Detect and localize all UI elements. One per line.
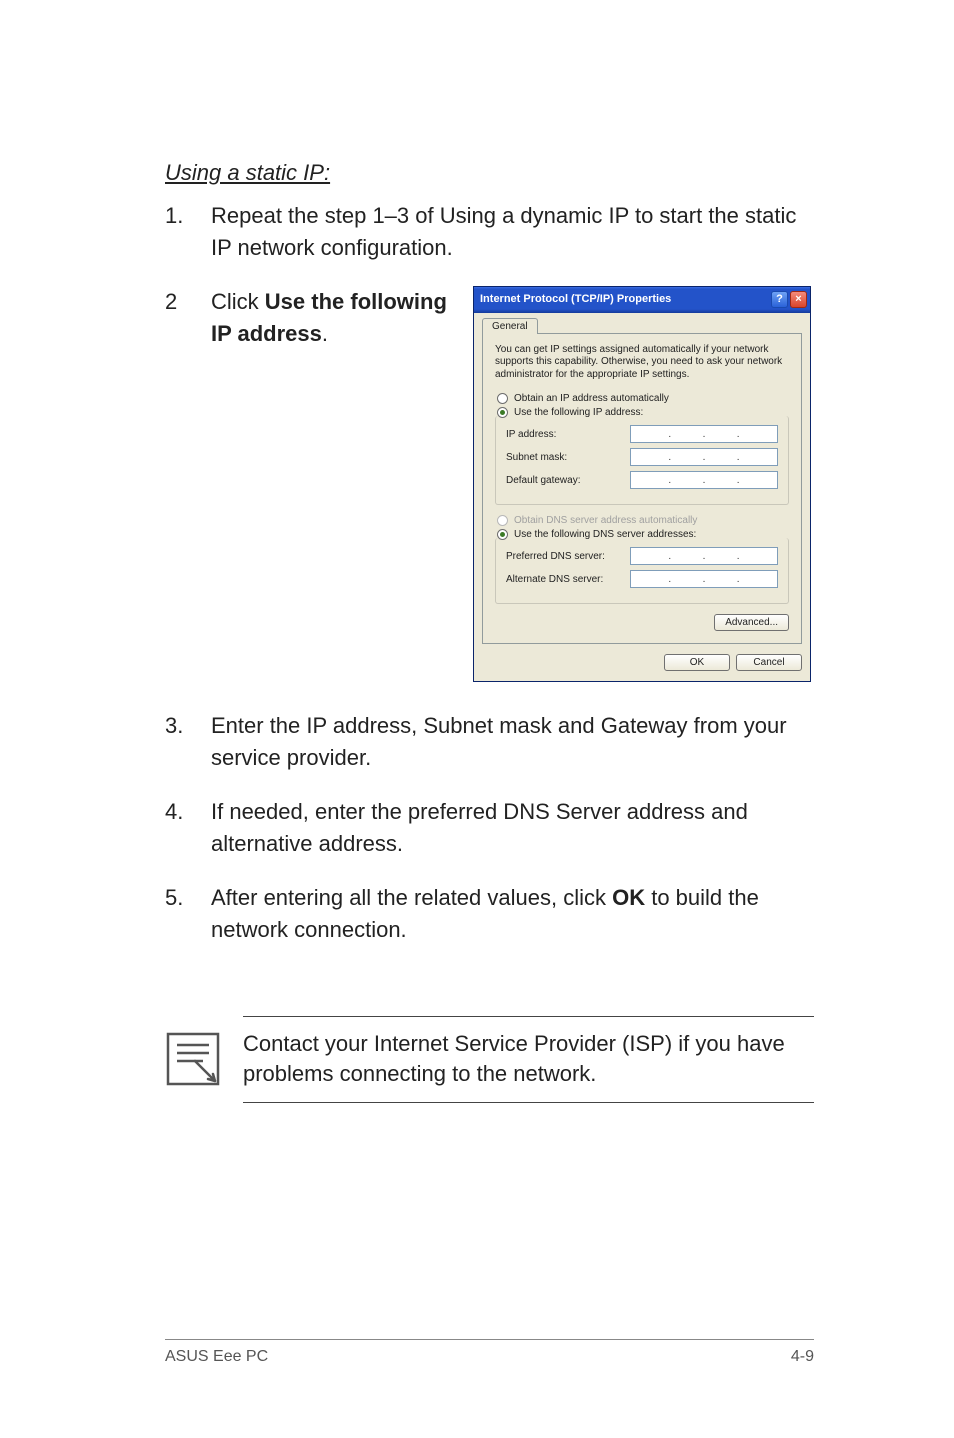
preferred-dns-input[interactable]: ... [630,547,778,565]
subnet-mask-label: Subnet mask: [506,452,567,463]
alternate-dns-input[interactable]: ... [630,570,778,588]
help-button[interactable]: ? [771,291,788,308]
step-2: 2 Click Use the following IP address. [165,286,465,350]
section-heading: Using a static IP: [165,160,814,186]
footer-right: 4-9 [791,1348,814,1366]
footer-left: ASUS Eee PC [165,1348,268,1366]
step-3: 3. Enter the IP address, Subnet mask and… [165,710,814,774]
radio-label: Obtain an IP address automatically [514,393,669,404]
tcpip-properties-dialog: Internet Protocol (TCP/IP) Properties ? … [473,286,811,683]
tab-general[interactable]: General [482,318,538,334]
step-text-pre: After entering all the related values, c… [211,885,612,910]
step-text: After entering all the related values, c… [211,882,814,946]
ip-fields-group: IP address: ... Subnet mask: ... Default… [495,416,789,505]
alternate-dns-label: Alternate DNS server: [506,574,603,585]
step-1: 1. Repeat the step 1–3 of Using a dynami… [165,200,814,264]
dialog-title: Internet Protocol (TCP/IP) Properties [480,293,671,305]
note-icon [165,1031,221,1087]
step-number: 2 [165,286,211,350]
step-text-post: . [322,321,328,346]
ip-address-label: IP address: [506,429,556,440]
step-number: 3. [165,710,211,774]
note-text: Contact your Internet Service Provider (… [243,1031,785,1087]
radio-label: Obtain DNS server address automatically [514,515,697,526]
step-number: 4. [165,796,211,860]
step-text: If needed, enter the preferred DNS Serve… [211,796,814,860]
step-text-pre: Click [211,289,265,314]
step-4: 4. If needed, enter the preferred DNS Se… [165,796,814,860]
step-number: 1. [165,200,211,264]
step-text: Repeat the step 1–3 of Using a dynamic I… [211,200,814,264]
step-text: Click Use the following IP address. [211,286,465,350]
advanced-button[interactable]: Advanced... [714,614,789,631]
ip-address-input[interactable]: ... [630,425,778,443]
ok-button[interactable]: OK [664,654,730,671]
radio-obtain-dns-auto: Obtain DNS server address automatically [497,515,789,526]
radio-icon [497,393,508,404]
default-gateway-label: Default gateway: [506,475,581,486]
default-gateway-input[interactable]: ... [630,471,778,489]
dns-fields-group: Preferred DNS server: ... Alternate DNS … [495,538,789,604]
step-text: Enter the IP address, Subnet mask and Ga… [211,710,814,774]
step-5: 5. After entering all the related values… [165,882,814,946]
subnet-mask-input[interactable]: ... [630,448,778,466]
dialog-info-text: You can get IP settings assigned automat… [495,344,789,382]
radio-obtain-ip-auto[interactable]: Obtain an IP address automatically [497,393,789,404]
step-text-bold: OK [612,885,645,910]
dialog-titlebar: Internet Protocol (TCP/IP) Properties ? … [474,287,810,313]
note-box: Contact your Internet Service Provider (… [165,1016,814,1104]
radio-icon [497,515,508,526]
preferred-dns-label: Preferred DNS server: [506,551,605,562]
page-footer: ASUS Eee PC 4-9 [165,1339,814,1366]
cancel-button[interactable]: Cancel [736,654,802,671]
close-button[interactable]: × [790,291,807,308]
step-number: 5. [165,882,211,946]
